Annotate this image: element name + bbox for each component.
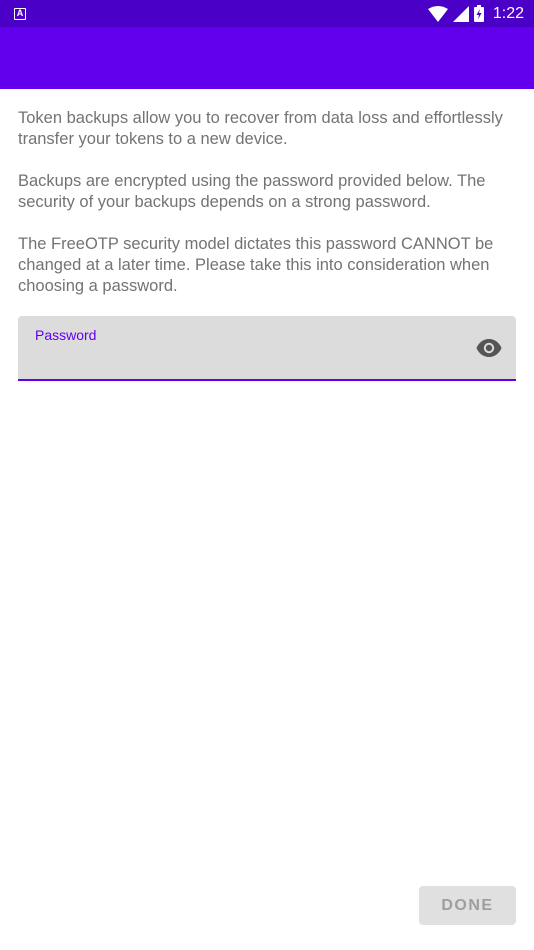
status-bar-right: 1:22: [427, 4, 524, 23]
intro-paragraph-encryption: Backups are encrypted using the password…: [18, 172, 486, 211]
done-button[interactable]: DONE: [419, 886, 516, 925]
app-bar: [0, 27, 534, 89]
a-letter-icon: A: [14, 7, 26, 20]
password-input[interactable]: [35, 346, 455, 372]
wifi-icon: [427, 5, 448, 22]
password-label: Password: [35, 327, 97, 343]
backup-info: Token backups allow you to recover from …: [18, 108, 518, 318]
intro-paragraph-backups: Token backups allow you to recover from …: [18, 109, 503, 148]
eye-icon[interactable]: [476, 336, 502, 360]
password-field[interactable]: Password: [18, 316, 516, 381]
intro-paragraph-security-model: The FreeOTP security model dictates this…: [18, 235, 494, 295]
status-bar-left: A: [14, 7, 26, 20]
cell-signal-icon: [452, 5, 469, 22]
status-bar: A 1:22: [0, 0, 534, 27]
battery-charging-icon: [473, 5, 484, 22]
status-clock: 1:22: [492, 4, 524, 22]
